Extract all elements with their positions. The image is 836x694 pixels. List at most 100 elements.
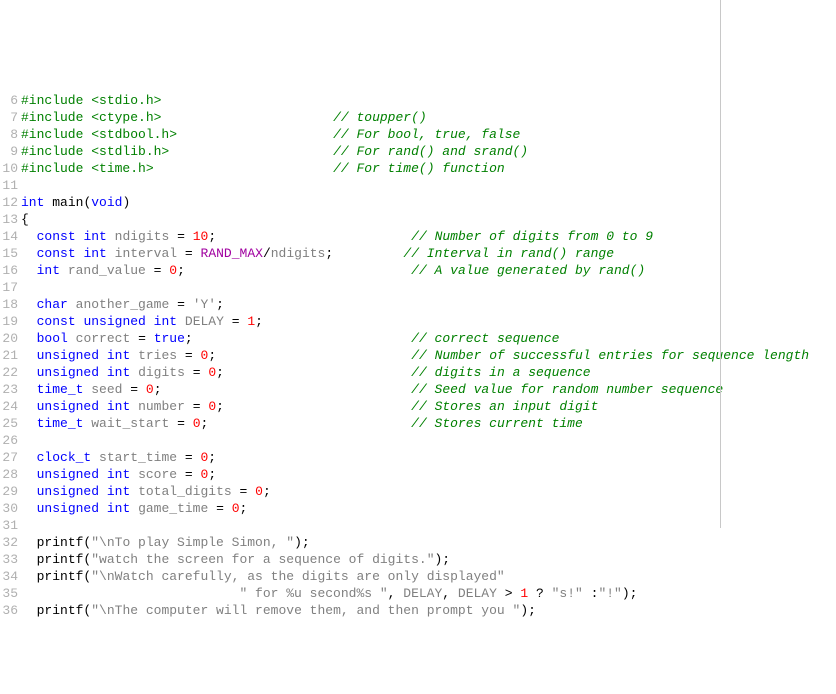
token-op: ( bbox=[83, 603, 91, 618]
token-ws bbox=[169, 297, 177, 312]
token-ws bbox=[21, 365, 37, 380]
token-ws bbox=[193, 331, 411, 346]
token-ws bbox=[169, 144, 333, 159]
code-line: 12int main(void) bbox=[0, 194, 836, 211]
token-str: 'Y' bbox=[193, 297, 216, 312]
code-line: 11 bbox=[0, 177, 836, 194]
code-line: 8#include <stdbool.h> // For bool, true,… bbox=[0, 126, 836, 143]
code-content[interactable]: #include <ctype.h> // toupper() bbox=[21, 109, 427, 126]
token-id: tries bbox=[138, 348, 177, 363]
code-content[interactable]: unsigned int score = 0; bbox=[21, 466, 216, 483]
token-ws bbox=[185, 365, 193, 380]
token-ws bbox=[185, 399, 193, 414]
token-ws bbox=[193, 246, 201, 261]
token-kw: unsigned bbox=[37, 467, 99, 482]
token-cmt: // Interval in rand() range bbox=[403, 246, 614, 261]
token-kw: char bbox=[37, 297, 68, 312]
code-content[interactable]: printf("watch the screen for a sequence … bbox=[21, 551, 450, 568]
code-content[interactable]: time_t seed = 0; // Seed value for rando… bbox=[21, 381, 723, 398]
code-content[interactable]: unsigned int total_digits = 0; bbox=[21, 483, 271, 500]
code-content[interactable]: int main(void) bbox=[21, 194, 130, 211]
code-content[interactable]: " for %u second%s ", DELAY, DELAY > 1 ? … bbox=[21, 585, 637, 602]
token-pp: #include bbox=[21, 161, 91, 176]
code-line: 18 char another_game = 'Y'; bbox=[0, 296, 836, 313]
code-content[interactable]: printf("\nThe computer will remove them,… bbox=[21, 602, 536, 619]
token-ws bbox=[107, 229, 115, 244]
token-op: ); bbox=[435, 552, 451, 567]
token-cmt: // A value generated by rand() bbox=[411, 263, 645, 278]
token-op: = bbox=[232, 314, 240, 329]
token-kw: int bbox=[107, 484, 130, 499]
token-ws bbox=[185, 229, 193, 244]
code-content[interactable]: int rand_value = 0; // A value generated… bbox=[21, 262, 645, 279]
token-op: = bbox=[138, 331, 146, 346]
token-id: ndigits bbox=[271, 246, 326, 261]
token-id: DELAY bbox=[403, 586, 442, 601]
token-ws bbox=[544, 586, 552, 601]
token-op: ; bbox=[208, 348, 216, 363]
code-content[interactable]: char another_game = 'Y'; bbox=[21, 296, 224, 313]
line-number: 28 bbox=[0, 466, 21, 483]
token-fn: main bbox=[52, 195, 83, 210]
code-content[interactable]: printf("\nTo play Simple Simon, "); bbox=[21, 534, 310, 551]
code-line: 31 bbox=[0, 517, 836, 534]
token-cmt: // For rand() and srand() bbox=[333, 144, 528, 159]
code-content[interactable]: const unsigned int DELAY = 1; bbox=[21, 313, 263, 330]
token-ws bbox=[21, 467, 37, 482]
code-content[interactable]: #include <stdbool.h> // For bool, true, … bbox=[21, 126, 520, 143]
token-kw: const bbox=[37, 314, 76, 329]
code-content[interactable]: #include <time.h> // For time() function bbox=[21, 160, 505, 177]
token-kw: int bbox=[107, 501, 130, 516]
line-number: 27 bbox=[0, 449, 21, 466]
token-str: "s!" bbox=[552, 586, 583, 601]
token-ws bbox=[130, 348, 138, 363]
code-line: 24 unsigned int number = 0; // Stores an… bbox=[0, 398, 836, 415]
code-content[interactable]: unsigned int game_time = 0; bbox=[21, 500, 247, 517]
token-ws bbox=[91, 450, 99, 465]
line-number: 30 bbox=[0, 500, 21, 517]
token-op: ); bbox=[520, 603, 536, 618]
code-line: 25 time_t wait_start = 0; // Stores curr… bbox=[0, 415, 836, 432]
token-ws bbox=[177, 348, 185, 363]
token-id: interval bbox=[115, 246, 177, 261]
token-ws bbox=[21, 399, 37, 414]
code-line: 35 " for %u second%s ", DELAY, DELAY > 1… bbox=[0, 585, 836, 602]
token-ws bbox=[232, 484, 240, 499]
line-number: 17 bbox=[0, 279, 21, 296]
token-num: 10 bbox=[193, 229, 209, 244]
token-ws bbox=[513, 586, 521, 601]
token-op: ; bbox=[216, 297, 224, 312]
token-kw: unsigned bbox=[37, 484, 99, 499]
code-content[interactable]: const int ndigits = 10; // Number of dig… bbox=[21, 228, 653, 245]
code-content[interactable]: unsigned int number = 0; // Stores an in… bbox=[21, 398, 598, 415]
token-op: ; bbox=[216, 365, 224, 380]
token-ws bbox=[99, 467, 107, 482]
token-op: = bbox=[177, 229, 185, 244]
code-content[interactable]: unsigned int digits = 0; // digits in a … bbox=[21, 364, 591, 381]
code-content[interactable]: time_t wait_start = 0; // Stores current… bbox=[21, 415, 583, 432]
code-content[interactable]: #include <stdlib.h> // For rand() and sr… bbox=[21, 143, 528, 160]
token-id: seed bbox=[91, 382, 122, 397]
line-number: 36 bbox=[0, 602, 21, 619]
token-ws bbox=[21, 297, 37, 312]
token-ws bbox=[130, 331, 138, 346]
token-op: ; bbox=[255, 314, 263, 329]
token-op: = bbox=[185, 246, 193, 261]
code-content[interactable]: #include <stdio.h> bbox=[21, 92, 161, 109]
token-num: 0 bbox=[169, 263, 177, 278]
code-content[interactable]: const int interval = RAND_MAX/ndigits; /… bbox=[21, 245, 614, 262]
code-content[interactable]: printf("\nWatch carefully, as the digits… bbox=[21, 568, 505, 585]
code-content[interactable]: clock_t start_time = 0; bbox=[21, 449, 216, 466]
token-op: ; bbox=[208, 467, 216, 482]
token-kw: int bbox=[37, 263, 60, 278]
token-cmt: // Number of digits from 0 to 9 bbox=[411, 229, 653, 244]
token-kw: const bbox=[37, 246, 76, 261]
code-content[interactable]: { bbox=[21, 211, 29, 228]
token-kw: int bbox=[21, 195, 44, 210]
token-cmt: // digits in a sequence bbox=[411, 365, 590, 380]
token-ws bbox=[583, 586, 591, 601]
token-id: DELAY bbox=[185, 314, 224, 329]
token-kw: int bbox=[107, 399, 130, 414]
code-content[interactable]: bool correct = true; // correct sequence bbox=[21, 330, 559, 347]
code-content[interactable]: unsigned int tries = 0; // Number of suc… bbox=[21, 347, 809, 364]
